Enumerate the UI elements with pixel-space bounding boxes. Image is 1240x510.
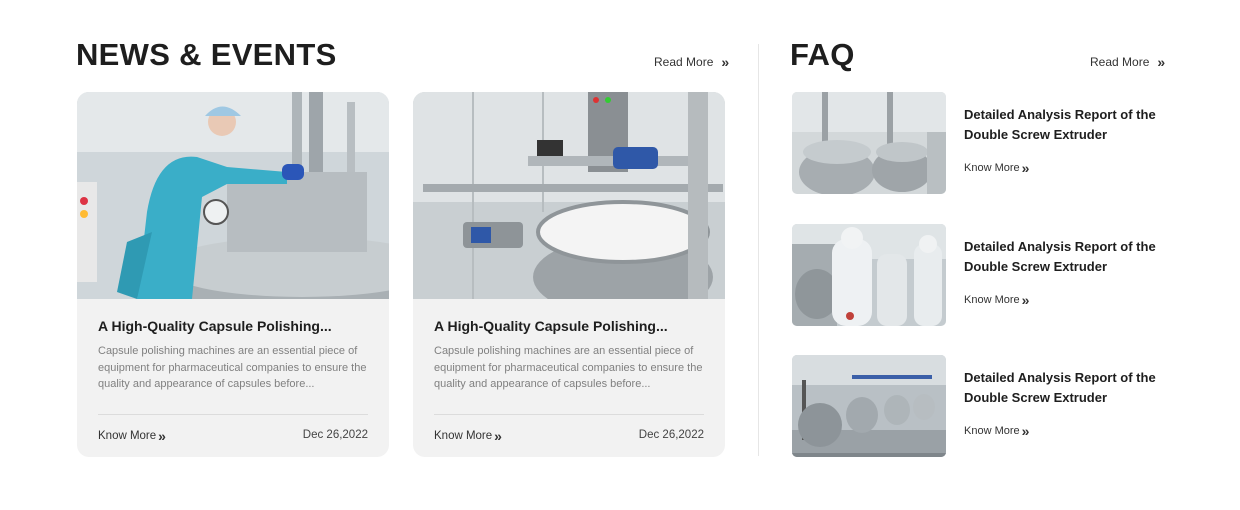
faq-read-more-label: Read More: [1090, 55, 1150, 69]
know-more-label: Know More: [964, 162, 1020, 174]
news-card-divider: [434, 414, 704, 415]
news-read-more-label: Read More: [654, 55, 714, 69]
faq-item-title: Detailed Analysis Report of the Double S…: [964, 239, 1156, 274]
faq-item-title: Detailed Analysis Report of the Double S…: [964, 107, 1156, 142]
news-card[interactable]: A High-Quality Capsule Polishing... Caps…: [77, 92, 389, 457]
double-chevron-right-icon: »: [721, 54, 730, 70]
news-card[interactable]: A High-Quality Capsule Polishing... Caps…: [413, 92, 725, 457]
faq-section-title: FAQ: [790, 37, 855, 72]
double-chevron-right-icon: »: [1021, 292, 1030, 308]
faq-item[interactable]: Detailed Analysis Report of the Double S…: [792, 355, 1172, 457]
news-card-divider: [98, 414, 368, 415]
know-more-label: Know More: [98, 430, 157, 442]
faq-item-know-more-link[interactable]: Know More »: [964, 161, 1029, 175]
faq-read-more-link[interactable]: Read More »: [1090, 55, 1165, 69]
news-card-image: [413, 92, 725, 299]
faq-item-know-more-link[interactable]: Know More »: [964, 293, 1029, 307]
news-card-know-more-link[interactable]: Know More »: [98, 429, 166, 443]
news-card-date: Dec 26,2022: [638, 429, 704, 441]
know-more-label: Know More: [434, 430, 493, 442]
news-read-more-link[interactable]: Read More »: [654, 55, 729, 69]
news-card-description: Capsule polishing machines are an essent…: [98, 345, 367, 390]
news-card-title: A High-Quality Capsule Polishing...: [434, 318, 668, 334]
news-card-date: Dec 26,2022: [302, 429, 368, 441]
faq-item-title: Detailed Analysis Report of the Double S…: [964, 370, 1156, 405]
faq-item-image: [792, 355, 946, 457]
news-section-title: NEWS & EVENTS: [76, 37, 337, 72]
know-more-label: Know More: [964, 294, 1020, 306]
news-card-image: [77, 92, 389, 299]
section-divider: [758, 44, 759, 456]
faq-item[interactable]: Detailed Analysis Report of the Double S…: [792, 224, 1172, 326]
news-card-title: A High-Quality Capsule Polishing...: [98, 318, 332, 334]
faq-item-know-more-link[interactable]: Know More »: [964, 424, 1029, 438]
faq-item-image: [792, 224, 946, 326]
news-card-know-more-link[interactable]: Know More »: [434, 429, 502, 443]
news-card-description: Capsule polishing machines are an essent…: [434, 345, 703, 390]
double-chevron-right-icon: »: [1021, 160, 1030, 176]
double-chevron-right-icon: »: [1157, 54, 1166, 70]
know-more-label: Know More: [964, 425, 1020, 437]
faq-item[interactable]: Detailed Analysis Report of the Double S…: [792, 92, 1172, 194]
faq-item-image: [792, 92, 946, 194]
double-chevron-right-icon: »: [494, 428, 502, 444]
double-chevron-right-icon: »: [158, 428, 166, 444]
double-chevron-right-icon: »: [1021, 423, 1030, 439]
